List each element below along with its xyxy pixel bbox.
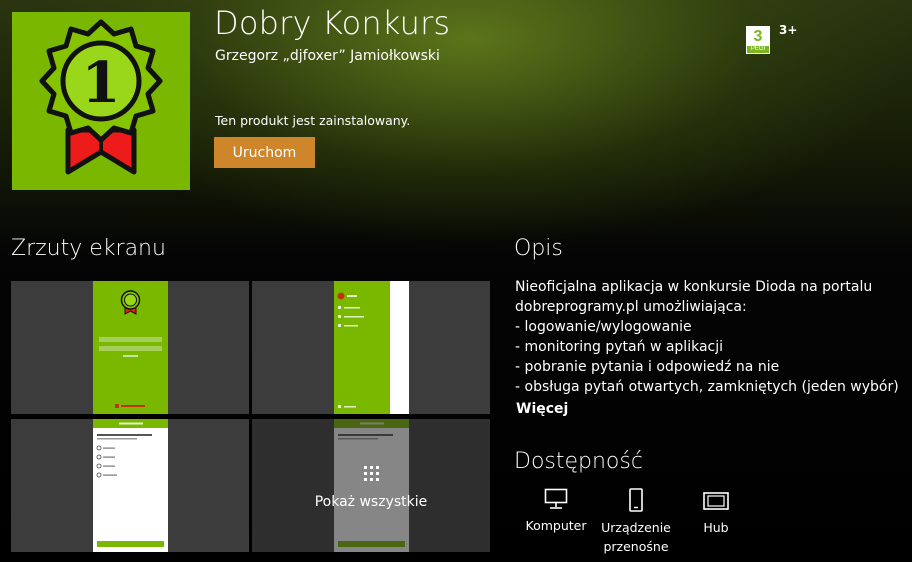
screenshot-thumbnail-2[interactable] bbox=[252, 281, 490, 414]
description-heading: Opis bbox=[514, 236, 563, 261]
app-author[interactable]: Grzegorz „djfoxer” Jamiołkowski bbox=[215, 48, 440, 64]
description-line: - monitoring pytań w aplikacji bbox=[515, 339, 724, 355]
device-computer: Komputer bbox=[522, 488, 590, 535]
description-line: Nieoficjalna aplikacja w konkursie Dioda… bbox=[515, 279, 873, 295]
age-rating: 3+ bbox=[779, 23, 798, 37]
screenshot-thumbnail-3[interactable] bbox=[11, 419, 249, 552]
description-line: dobreprogramy.pl umożliwiająca: bbox=[515, 299, 747, 315]
app-title: Dobry Konkurs bbox=[214, 4, 451, 42]
computer-icon bbox=[544, 488, 568, 509]
show-all-label: Pokaż wszystkie bbox=[314, 493, 428, 510]
availability-heading: Dostępność bbox=[514, 449, 643, 474]
device-label: Urządzenie przenośne bbox=[601, 520, 671, 554]
medal-icon: 1 bbox=[39, 19, 163, 175]
screenshot-menu-image bbox=[334, 281, 409, 414]
install-status: Ten produkt jest zainstalowany. bbox=[215, 113, 411, 128]
pegi-number: 3 bbox=[747, 27, 769, 46]
pegi-text: PEGI bbox=[750, 46, 766, 52]
app-tile-logo: 1 bbox=[12, 12, 190, 190]
description-line: - pobranie pytania i odpowiedź na nie bbox=[515, 359, 780, 375]
device-label: Komputer bbox=[525, 518, 587, 533]
launch-button[interactable]: Uruchom bbox=[214, 137, 315, 168]
mobile-device-icon bbox=[629, 488, 643, 512]
screenshots-heading: Zrzuty ekranu bbox=[11, 236, 166, 261]
hub-icon bbox=[703, 492, 729, 510]
device-hub: Hub bbox=[690, 488, 742, 537]
device-mobile: Urządzenie przenośne bbox=[599, 488, 673, 556]
show-all-overlay[interactable]: Pokaż wszystkie bbox=[252, 419, 490, 552]
grid-icon bbox=[363, 465, 379, 481]
medal-number: 1 bbox=[82, 50, 121, 116]
pegi-badge[interactable]: 3 PEGI bbox=[746, 26, 770, 54]
screenshot-thumbnail-4[interactable]: Pokaż wszystkie bbox=[252, 419, 490, 552]
screenshot-login-image bbox=[93, 281, 168, 414]
device-label: Hub bbox=[703, 520, 729, 535]
screenshot-thumbnail-1[interactable] bbox=[11, 281, 249, 414]
description-line: - logowanie/wylogowanie bbox=[515, 319, 692, 335]
description-line: - obsługa pytań otwartych, zamkniętych (… bbox=[515, 379, 900, 395]
more-link[interactable]: Więcej bbox=[516, 401, 568, 417]
description-text: Nieoficjalna aplikacja w konkursie Dioda… bbox=[515, 277, 900, 397]
screenshot-question-image bbox=[93, 419, 168, 552]
